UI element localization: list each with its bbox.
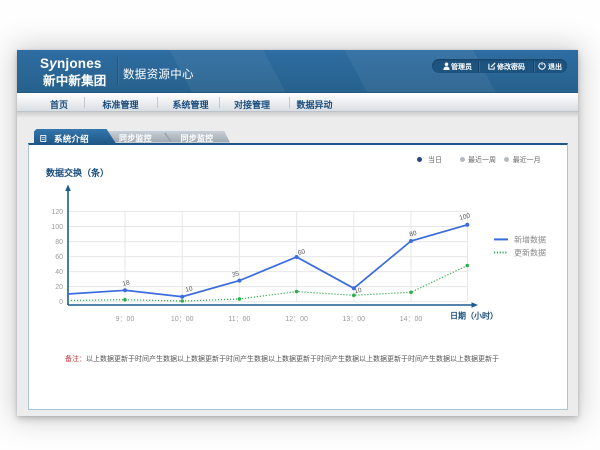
svg-text:40: 40 [55,269,63,276]
svg-text:80: 80 [409,230,418,239]
svg-text:120: 120 [51,209,63,216]
svg-text:10：00: 10：00 [171,316,194,323]
svg-text:0: 0 [59,299,63,306]
svg-text:日期（小时）: 日期（小时） [450,311,498,321]
svg-text:12：00: 12：00 [285,316,308,323]
svg-text:14：00: 14：00 [400,316,423,323]
svg-text:100: 100 [459,212,472,222]
svg-text:新增数据: 新增数据 [514,234,546,244]
svg-text:11：00: 11：00 [228,316,250,323]
svg-text:20: 20 [55,284,63,291]
svg-text:数据交换（条）: 数据交换（条） [46,167,109,178]
svg-text:9：00: 9：00 [116,316,135,323]
svg-text:10: 10 [354,287,363,296]
svg-text:更新数据: 更新数据 [514,248,546,258]
svg-text:60: 60 [55,254,63,261]
svg-text:80: 80 [55,239,63,246]
svg-text:100: 100 [51,224,63,231]
svg-text:13：00: 13：00 [343,316,366,323]
svg-text:60: 60 [297,248,306,257]
